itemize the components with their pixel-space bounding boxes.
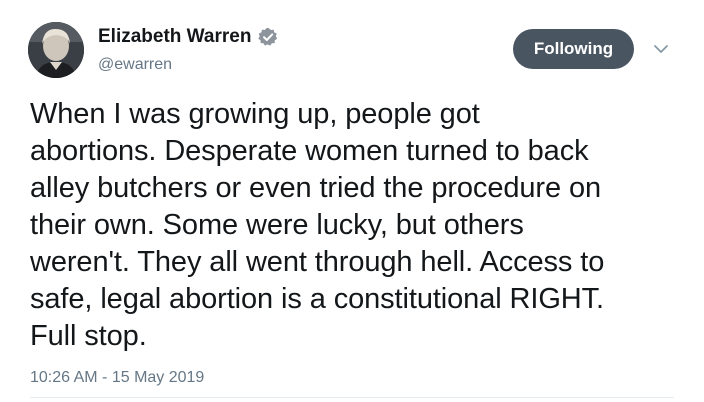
divider [30, 397, 674, 398]
chevron-down-icon[interactable] [652, 40, 670, 58]
avatar-photo-icon [28, 22, 84, 78]
tweet-timestamp[interactable]: 10:26 AM - 15 May 2019 [30, 369, 204, 387]
author-handle[interactable]: @ewarren [98, 56, 172, 74]
tweet-text: When I was growing up, people got aborti… [30, 98, 605, 352]
following-button[interactable]: Following [513, 29, 634, 69]
verified-badge-icon [258, 28, 278, 46]
author-display-name[interactable]: Elizabeth Warren [98, 26, 251, 48]
tweet-card: Elizabeth Warren @ewarren Following When… [0, 0, 704, 402]
author-avatar[interactable] [28, 22, 84, 78]
author-name-row: Elizabeth Warren [98, 26, 278, 48]
